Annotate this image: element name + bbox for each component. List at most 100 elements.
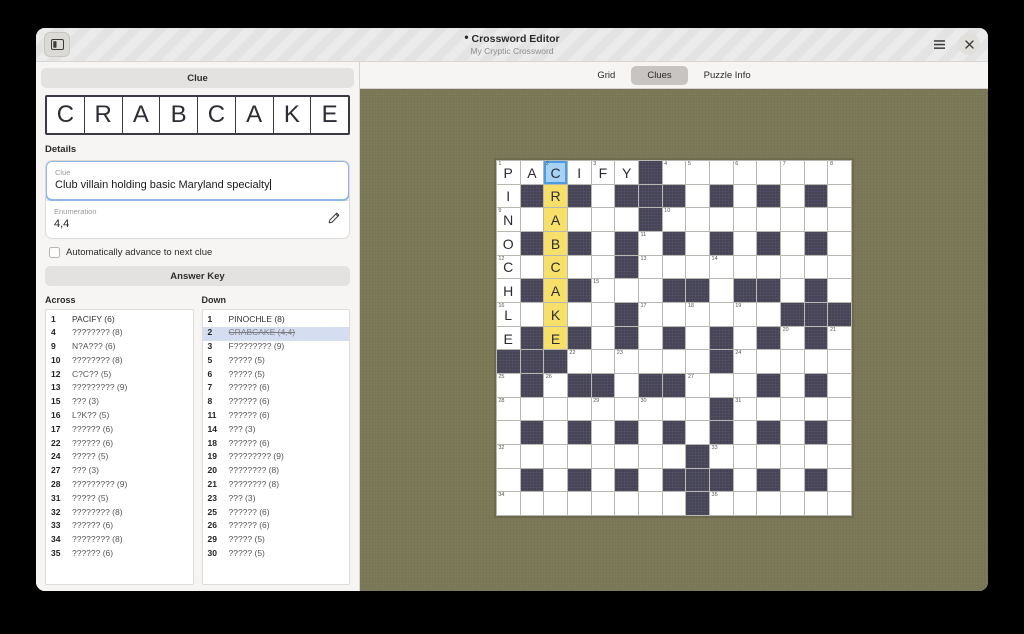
grid-cell[interactable] (663, 303, 686, 326)
grid-cell[interactable] (544, 421, 567, 444)
answer-letter-boxes[interactable]: CRABCAKE (45, 95, 350, 135)
crossword-grid[interactable]: 1PA2CI3FY45678IR9NA10OB1112CC1314HA1516L… (496, 160, 852, 516)
grid-cell[interactable] (639, 421, 662, 444)
grid-cell[interactable] (757, 445, 780, 468)
grid-cell[interactable] (828, 492, 851, 515)
down-clue-list[interactable]: 1PINOCHLE (8)2CRABCAKE (4,4)3F???????? (… (202, 309, 351, 585)
grid-cell[interactable]: 8 (828, 161, 851, 184)
grid-cell[interactable] (828, 445, 851, 468)
grid-cell[interactable]: 24 (734, 350, 757, 373)
grid-cell[interactable] (828, 208, 851, 231)
grid-cell[interactable] (710, 279, 733, 302)
grid-cell[interactable] (757, 303, 780, 326)
grid-cell[interactable]: 31 (734, 398, 757, 421)
clue-list-item[interactable]: 24????? (5) (46, 451, 193, 465)
grid-cell[interactable] (734, 492, 757, 515)
grid-cell[interactable] (639, 279, 662, 302)
grid-cell[interactable] (686, 350, 709, 373)
grid-cell[interactable] (615, 374, 638, 397)
clue-list-item[interactable]: 29????? (5) (203, 534, 350, 548)
grid-cell[interactable] (710, 374, 733, 397)
grid-cell[interactable]: E (544, 327, 567, 350)
grid-cell[interactable] (828, 256, 851, 279)
grid-cell[interactable] (568, 256, 591, 279)
clue-list-item[interactable]: 30????? (5) (203, 548, 350, 562)
clue-list-item[interactable]: 12C?C?? (5) (46, 368, 193, 382)
grid-cell[interactable] (497, 421, 520, 444)
grid-cell[interactable] (828, 421, 851, 444)
auto-advance-option[interactable]: Automatically advance to next clue (49, 247, 350, 258)
grid-cell[interactable] (521, 208, 544, 231)
grid-cell[interactable] (592, 303, 615, 326)
grid-cell[interactable] (663, 398, 686, 421)
grid-cell[interactable] (615, 279, 638, 302)
grid-cell[interactable] (521, 492, 544, 515)
enumeration-input[interactable]: 4,4 (54, 217, 341, 232)
answer-letter-cell[interactable]: A (123, 97, 161, 133)
grid-cell[interactable]: 2C (544, 161, 567, 184)
grid-cell[interactable]: I (497, 185, 520, 208)
sidebar-toggle-button[interactable] (44, 32, 70, 57)
grid-cell[interactable]: 28 (497, 398, 520, 421)
grid-cell[interactable]: E (497, 327, 520, 350)
grid-cell[interactable] (592, 185, 615, 208)
clue-list-item[interactable]: 7?????? (6) (203, 382, 350, 396)
grid-cell[interactable] (781, 421, 804, 444)
grid-cell[interactable] (592, 208, 615, 231)
clue-list-item[interactable]: 21???????? (8) (203, 479, 350, 493)
grid-cell[interactable]: 21 (828, 327, 851, 350)
grid-cell[interactable]: 10 (663, 208, 686, 231)
answer-letter-cell[interactable]: E (311, 97, 348, 133)
grid-cell[interactable]: 27 (686, 374, 709, 397)
grid-cell[interactable] (781, 492, 804, 515)
grid-cell[interactable]: 35 (710, 492, 733, 515)
clue-list-item[interactable]: 35?????? (6) (46, 548, 193, 562)
grid-cell[interactable]: R (544, 185, 567, 208)
grid-cell[interactable] (781, 279, 804, 302)
grid-cell[interactable] (686, 208, 709, 231)
grid-cell[interactable] (781, 350, 804, 373)
grid-cell[interactable] (781, 374, 804, 397)
grid-cell[interactable] (544, 492, 567, 515)
grid-cell[interactable] (592, 421, 615, 444)
grid-cell[interactable] (805, 350, 828, 373)
grid-cell[interactable] (781, 398, 804, 421)
grid-cell[interactable] (734, 374, 757, 397)
grid-cell[interactable]: A (544, 279, 567, 302)
clue-list-item[interactable]: 13????????? (9) (46, 382, 193, 396)
grid-cell[interactable] (686, 421, 709, 444)
grid-cell[interactable] (663, 350, 686, 373)
clue-list-item[interactable]: 33?????? (6) (46, 520, 193, 534)
grid-cell[interactable] (544, 469, 567, 492)
grid-cell[interactable] (544, 398, 567, 421)
grid-cell[interactable]: 12C (497, 256, 520, 279)
grid-cell[interactable] (757, 350, 780, 373)
answer-letter-cell[interactable]: B (160, 97, 198, 133)
grid-cell[interactable] (521, 398, 544, 421)
grid-cell[interactable] (710, 161, 733, 184)
grid-cell[interactable] (686, 398, 709, 421)
grid-cell[interactable] (568, 445, 591, 468)
edit-enumeration-button[interactable] (328, 211, 340, 229)
grid-cell[interactable]: 34 (497, 492, 520, 515)
grid-cell[interactable] (592, 350, 615, 373)
grid-cell[interactable]: 5 (686, 161, 709, 184)
grid-cell[interactable] (828, 374, 851, 397)
clue-list-item[interactable]: 23??? (3) (203, 492, 350, 506)
grid-cell[interactable] (639, 469, 662, 492)
grid-cell[interactable] (734, 185, 757, 208)
grid-cell[interactable]: 25 (497, 374, 520, 397)
clue-list-item[interactable]: 34???????? (8) (46, 534, 193, 548)
clue-list-item[interactable]: 5????? (5) (203, 354, 350, 368)
clue-list-item[interactable]: 1PACIFY (6) (46, 313, 193, 327)
clue-list-item[interactable]: 10???????? (8) (46, 354, 193, 368)
grid-cell[interactable] (639, 445, 662, 468)
clue-list-item[interactable]: 6????? (5) (203, 368, 350, 382)
grid-cell[interactable] (828, 350, 851, 373)
clue-text-field[interactable]: Clue Club villain holding basic Maryland… (45, 160, 350, 201)
grid-cell[interactable] (710, 208, 733, 231)
grid-cell[interactable] (663, 492, 686, 515)
grid-cell[interactable] (568, 303, 591, 326)
grid-cell[interactable]: 30 (639, 398, 662, 421)
grid-cell[interactable]: 7 (781, 161, 804, 184)
